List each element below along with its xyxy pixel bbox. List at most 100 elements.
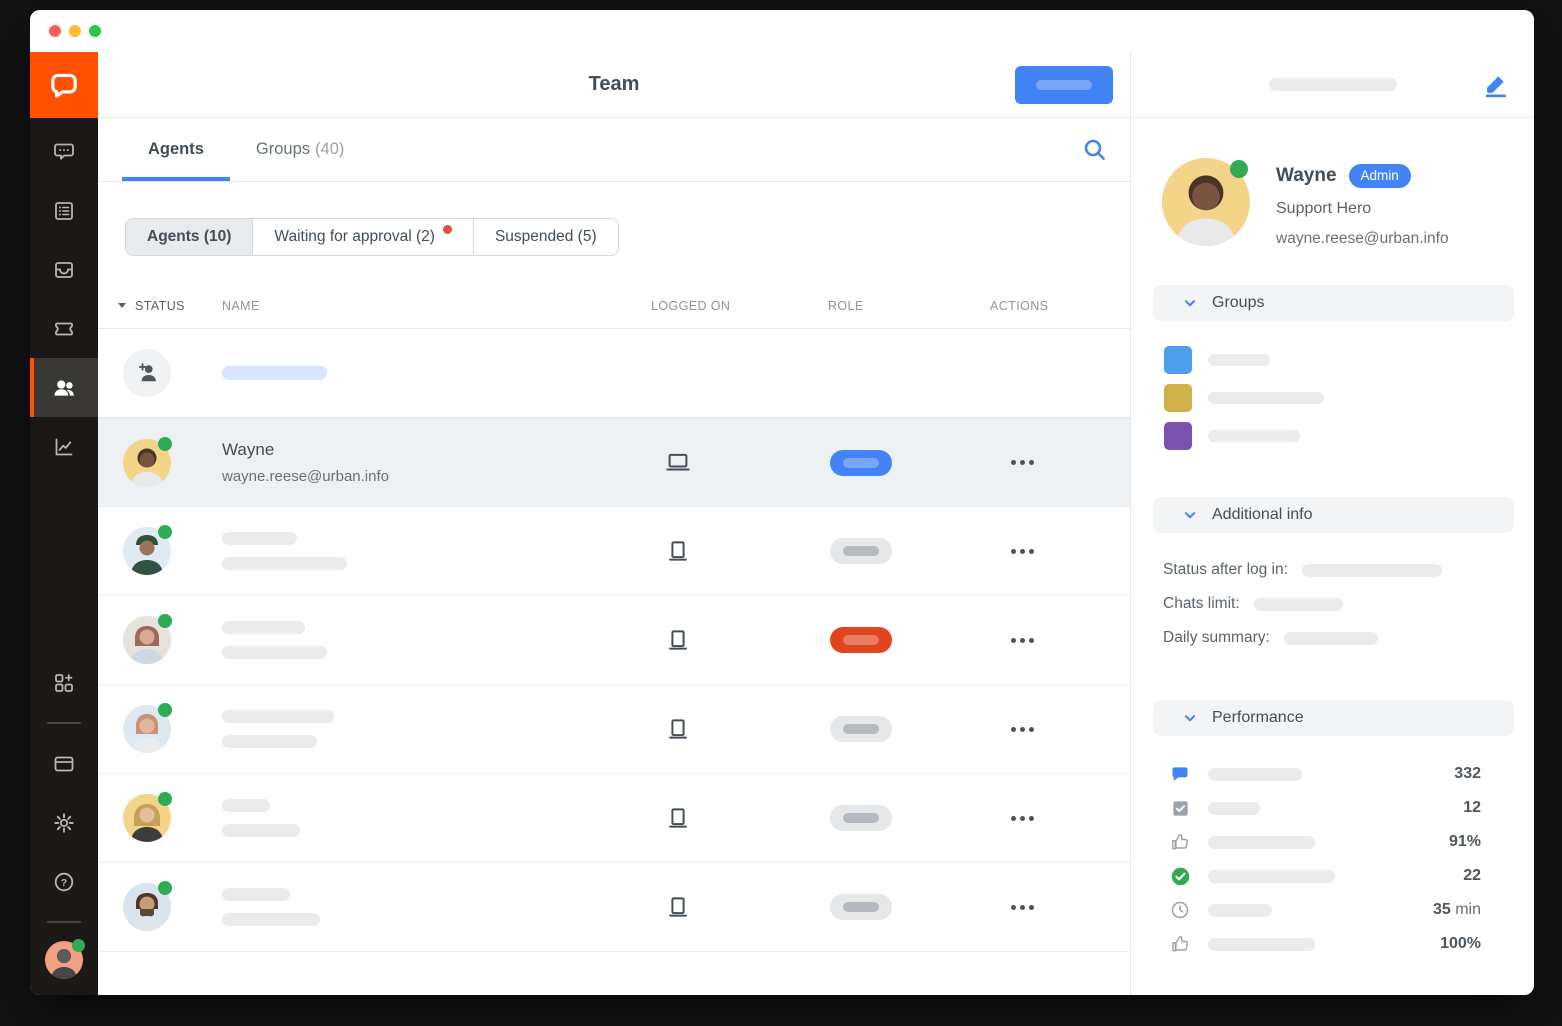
sidebar-item-archives[interactable] bbox=[30, 240, 98, 299]
agent-row-wayne[interactable]: Wayne wayne.reese@urban.info bbox=[98, 418, 1130, 507]
edit-agent-button[interactable] bbox=[1482, 71, 1510, 99]
online-status-dot bbox=[158, 703, 172, 717]
name-skeleton bbox=[222, 366, 327, 380]
apps-grid-plus-icon bbox=[52, 671, 76, 695]
sidebar-item-chats[interactable] bbox=[30, 122, 98, 181]
role-badge bbox=[830, 805, 892, 831]
sidebar-item-billing[interactable] bbox=[30, 734, 98, 793]
avatar bbox=[123, 439, 171, 487]
info-label: Chats limit: bbox=[1163, 595, 1240, 613]
pencil-edit-icon bbox=[1482, 71, 1510, 99]
inbox-tray-icon bbox=[52, 258, 76, 282]
button-label-skeleton bbox=[1036, 80, 1092, 90]
my-profile-avatar[interactable] bbox=[45, 941, 83, 979]
filter-bar: Agents (10) Waiting for approval (2) Sus… bbox=[98, 182, 1130, 283]
role-badge bbox=[830, 538, 892, 564]
tab-groups-count: (40) bbox=[315, 140, 344, 159]
agent-row[interactable] bbox=[98, 596, 1130, 685]
group-name-skeleton bbox=[1208, 430, 1300, 442]
sidebar-item-apps[interactable] bbox=[30, 653, 98, 712]
filter-agents[interactable]: Agents (10) bbox=[126, 219, 253, 255]
avatar bbox=[123, 794, 171, 842]
agent-filter-group: Agents (10) Waiting for approval (2) Sus… bbox=[125, 218, 619, 256]
chat-bubble-icon bbox=[52, 140, 76, 164]
section-header-performance[interactable]: Performance bbox=[1153, 700, 1514, 736]
sidebar-divider bbox=[47, 722, 81, 724]
admin-badge: Admin bbox=[1349, 164, 1411, 188]
section-header-additional-info[interactable]: Additional info bbox=[1153, 497, 1514, 533]
role-skeleton bbox=[843, 458, 879, 468]
profile-email: wayne.reese@urban.info bbox=[1276, 230, 1449, 248]
tablet-icon bbox=[664, 893, 828, 921]
agent-name: Wayne bbox=[222, 440, 651, 460]
sidebar-item-reports[interactable] bbox=[30, 417, 98, 476]
add-agent-icon bbox=[123, 349, 171, 397]
notification-dot bbox=[443, 225, 452, 234]
tab-groups[interactable]: Groups (40) bbox=[230, 118, 370, 181]
row-actions-button[interactable] bbox=[1009, 543, 1036, 560]
clock-icon bbox=[1169, 900, 1191, 920]
agent-row[interactable] bbox=[98, 685, 1130, 774]
check-circle-icon bbox=[1169, 866, 1191, 887]
row-actions-button[interactable] bbox=[1009, 721, 1036, 738]
sidebar-item-help[interactable]: ? bbox=[30, 852, 98, 911]
name-skeleton bbox=[222, 532, 297, 545]
filter-waiting-for-approval[interactable]: Waiting for approval (2) bbox=[253, 219, 474, 255]
filter-suspended[interactable]: Suspended (5) bbox=[474, 219, 618, 255]
column-header-actions: Actions bbox=[990, 299, 1130, 313]
window-controls bbox=[49, 25, 101, 37]
agent-row[interactable] bbox=[98, 863, 1130, 952]
tablet-icon bbox=[664, 537, 828, 565]
performance-row: 100% bbox=[1169, 929, 1481, 959]
avatar bbox=[123, 616, 171, 664]
online-status-dot bbox=[158, 881, 172, 895]
sort-descending-icon bbox=[118, 303, 126, 308]
panel-header bbox=[1131, 52, 1534, 118]
livechat-logo bbox=[30, 52, 98, 118]
metric-label-skeleton bbox=[1208, 836, 1315, 849]
metric-value: 91% bbox=[1449, 833, 1481, 851]
zoom-window-button[interactable] bbox=[89, 25, 101, 37]
metric-value: 35 min bbox=[1433, 901, 1481, 919]
sidebar-item-team[interactable] bbox=[30, 358, 98, 417]
metric-label-skeleton bbox=[1208, 870, 1335, 883]
performance-row: 91% bbox=[1169, 827, 1481, 857]
performance-row: 12 bbox=[1169, 793, 1481, 823]
column-header-status[interactable]: Status bbox=[98, 299, 222, 313]
row-actions-button[interactable] bbox=[1009, 454, 1036, 471]
question-circle-icon: ? bbox=[52, 870, 76, 894]
info-row: Daily summary: bbox=[1163, 627, 1534, 649]
invite-agents-button[interactable] bbox=[1015, 66, 1113, 104]
chat-bubble-icon bbox=[1169, 764, 1191, 784]
row-actions-button[interactable] bbox=[1009, 632, 1036, 649]
group-color-swatch bbox=[1164, 346, 1192, 374]
metric-label-skeleton bbox=[1208, 802, 1260, 815]
sidebar-item-tickets[interactable] bbox=[30, 181, 98, 240]
agent-row[interactable] bbox=[98, 507, 1130, 596]
email-skeleton bbox=[222, 646, 327, 659]
section-header-groups[interactable]: Groups bbox=[1153, 285, 1514, 321]
tablet-icon bbox=[664, 804, 828, 832]
metric-label-skeleton bbox=[1208, 768, 1302, 781]
minimize-window-button[interactable] bbox=[69, 25, 81, 37]
gear-icon bbox=[52, 811, 76, 835]
email-skeleton bbox=[222, 913, 320, 926]
tab-agents[interactable]: Agents bbox=[122, 118, 230, 181]
sidebar-item-ticket[interactable] bbox=[30, 299, 98, 358]
profile-name: Wayne bbox=[1276, 165, 1337, 187]
performance-row: 35 min bbox=[1169, 895, 1481, 925]
sidebar-item-settings[interactable] bbox=[30, 793, 98, 852]
row-actions-button[interactable] bbox=[1009, 899, 1036, 916]
agent-row[interactable] bbox=[98, 774, 1130, 863]
agent-detail-panel: Wayne Admin Support Hero wayne.reese@urb… bbox=[1130, 52, 1534, 995]
performance-row: 22 bbox=[1169, 861, 1481, 891]
group-list bbox=[1164, 346, 1534, 460]
avatar bbox=[123, 705, 171, 753]
metric-value: 12 bbox=[1463, 799, 1481, 817]
add-agent-row[interactable] bbox=[98, 329, 1130, 418]
row-actions-button[interactable] bbox=[1009, 810, 1036, 827]
close-window-button[interactable] bbox=[49, 25, 61, 37]
search-button[interactable] bbox=[1081, 136, 1109, 164]
info-label: Status after log in: bbox=[1163, 561, 1288, 579]
group-item bbox=[1164, 346, 1534, 374]
